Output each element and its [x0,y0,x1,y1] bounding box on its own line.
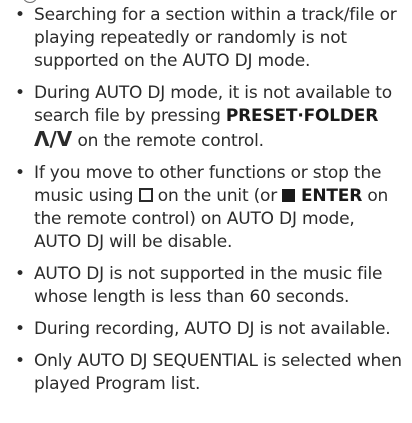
preset-folder-button-label: PRESET·FOLDER [225,106,379,126]
list-item: • AUTO DJ is not supported in the music … [13,263,405,309]
note-text: on the remote control. [72,131,264,151]
note-text: AUTO DJ is not supported in the music fi… [34,264,383,307]
bullet: • [15,163,25,183]
note-text: Only AUTO DJ SEQUENTIAL is selected when… [34,351,402,394]
list-item: • During recording, AUTO DJ is not avail… [13,318,405,341]
note-text: on the unit (or [152,186,283,206]
list-item: • Searching for a section within a track… [13,4,405,73]
list-item: • Only AUTO DJ SEQUENTIAL is selected wh… [13,350,405,396]
notes-list: • Searching for a section within a track… [13,4,405,405]
bullet: • [15,264,25,284]
list-item: • During AUTO DJ mode, it is not availab… [13,82,405,153]
bullet: • [15,5,25,25]
stop-outline-icon [138,188,153,202]
bullet: • [15,351,25,371]
bullet: • [15,319,25,339]
enter-button-label: ENTER [295,186,363,206]
note-text: Searching for a section within a track/f… [34,5,397,71]
up-down-arrows-icon: Λ/V [34,127,73,151]
bullet: • [15,83,25,103]
note-icon-fragment [23,0,37,3]
list-item: • If you move to other functions or stop… [13,162,405,254]
stop-filled-icon [282,189,296,202]
note-text: During recording, AUTO DJ is not availab… [34,319,391,339]
